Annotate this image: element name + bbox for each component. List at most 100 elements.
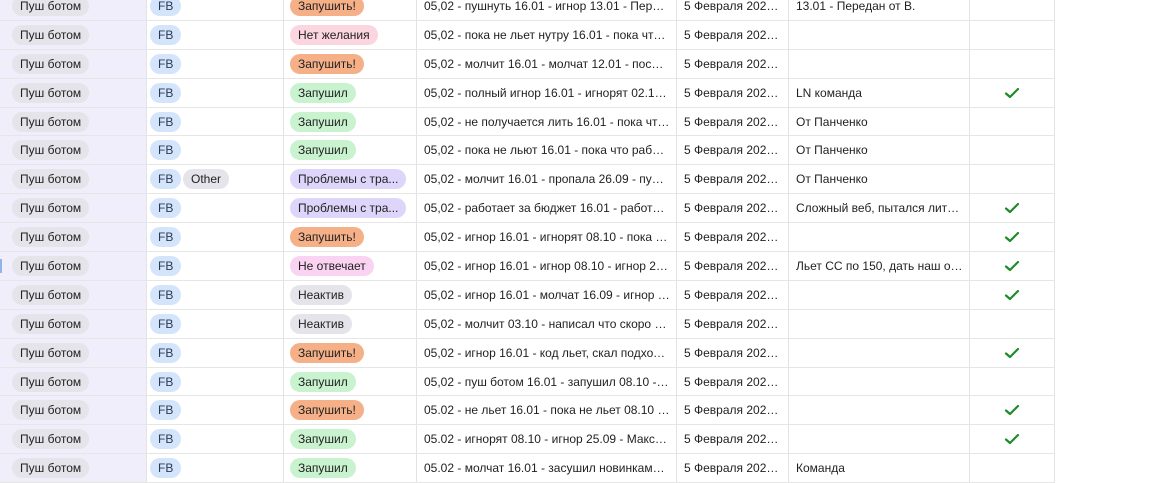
done-cell[interactable]: [970, 425, 1055, 454]
notes-cell[interactable]: 05,02 - полный игнор 16.01 - игнорят 02.…: [417, 78, 677, 107]
date-cell[interactable]: 5 Февраля 2026 г.: [677, 0, 789, 20]
owner-cell[interactable]: Пуш ботом: [0, 396, 147, 425]
comment-cell[interactable]: От Панченко: [789, 165, 970, 194]
comment-cell[interactable]: [789, 396, 970, 425]
owner-cell[interactable]: Пуш ботом: [0, 367, 147, 396]
owner-cell[interactable]: Пуш ботом: [0, 338, 147, 367]
done-cell[interactable]: [970, 194, 1055, 223]
done-cell[interactable]: [970, 338, 1055, 367]
notes-cell[interactable]: 05,02 - пушнуть 16.01 - игнор 13.01 - Пе…: [417, 0, 677, 20]
tags-cell[interactable]: FB: [147, 454, 284, 483]
tags-cell[interactable]: FB Other: [147, 165, 284, 194]
date-cell[interactable]: 5 Февраля 2026 г.: [677, 20, 789, 49]
notes-cell[interactable]: 05.02 - молчат 16.01 - засушил новинками…: [417, 454, 677, 483]
owner-cell[interactable]: Пуш ботом: [0, 136, 147, 165]
tags-cell[interactable]: FB: [147, 0, 284, 20]
owner-cell[interactable]: Пуш ботом: [0, 49, 147, 78]
date-cell[interactable]: 5 Февраля 2026 г.: [677, 396, 789, 425]
done-cell[interactable]: [970, 367, 1055, 396]
tags-cell[interactable]: FB: [147, 367, 284, 396]
owner-cell[interactable]: Пуш ботом: [0, 107, 147, 136]
status-cell[interactable]: Запушил: [284, 454, 417, 483]
comment-cell[interactable]: [789, 49, 970, 78]
status-cell[interactable]: Запушил: [284, 136, 417, 165]
owner-cell[interactable]: Пуш ботом: [0, 165, 147, 194]
notes-cell[interactable]: 05.02 - не льет 16.01 - пока не льет 08.…: [417, 396, 677, 425]
comment-cell[interactable]: [789, 338, 970, 367]
date-cell[interactable]: 5 Февраля 2026 г.: [677, 280, 789, 309]
tags-cell[interactable]: FB: [147, 78, 284, 107]
date-cell[interactable]: 5 Февраля 2026 г.: [677, 338, 789, 367]
status-cell[interactable]: Не отвечает: [284, 252, 417, 280]
done-cell[interactable]: [970, 49, 1055, 78]
owner-cell[interactable]: Пуш ботом: [0, 309, 147, 338]
status-cell[interactable]: Неактив: [284, 309, 417, 338]
date-cell[interactable]: 5 Февраля 2026 г.: [677, 367, 789, 396]
done-cell[interactable]: [970, 309, 1055, 338]
notes-cell[interactable]: 05,02 - игнор 16.01 - игнор 08.10 - игно…: [417, 252, 677, 280]
comment-cell[interactable]: [789, 367, 970, 396]
notes-cell[interactable]: 05,02 - работает за бюджет 16.01 - работ…: [417, 194, 677, 223]
status-cell[interactable]: Запушил: [284, 367, 417, 396]
status-cell[interactable]: Проблемы с тра...: [284, 194, 417, 223]
date-cell[interactable]: 5 Февраля 2026 г.: [677, 78, 789, 107]
date-cell[interactable]: 5 Февраля 2026 г.: [677, 252, 789, 280]
done-cell[interactable]: [970, 396, 1055, 425]
tags-cell[interactable]: FB: [147, 136, 284, 165]
done-cell[interactable]: [970, 107, 1055, 136]
comment-cell[interactable]: [789, 309, 970, 338]
done-cell[interactable]: [970, 165, 1055, 194]
done-cell[interactable]: [970, 136, 1055, 165]
tags-cell[interactable]: FB: [147, 396, 284, 425]
owner-cell[interactable]: Пуш ботом: [0, 20, 147, 49]
done-cell[interactable]: [970, 280, 1055, 309]
notes-cell[interactable]: 05,02 - пока не льют 16.01 - пока что ра…: [417, 136, 677, 165]
tags-cell[interactable]: FB: [147, 280, 284, 309]
owner-cell[interactable]: Пуш ботом: [0, 78, 147, 107]
notes-cell[interactable]: 05,02 - не получается лить 16.01 - пока …: [417, 107, 677, 136]
comment-cell[interactable]: От Панченко: [789, 107, 970, 136]
date-cell[interactable]: 5 Февраля 2026 г.: [677, 194, 789, 223]
tags-cell[interactable]: FB: [147, 252, 284, 280]
owner-cell[interactable]: Пуш ботом: [0, 252, 147, 280]
notes-cell[interactable]: 05,02 - пока не льет нутру 16.01 - пока …: [417, 20, 677, 49]
status-cell[interactable]: Запушить!: [284, 0, 417, 20]
notes-cell[interactable]: 05,02 - молчит 16.01 - пропала 26.09 - п…: [417, 165, 677, 194]
tags-cell[interactable]: FB: [147, 20, 284, 49]
owner-cell[interactable]: Пуш ботом: [0, 223, 147, 252]
comment-cell[interactable]: От Панченко: [789, 136, 970, 165]
comment-cell[interactable]: [789, 223, 970, 252]
status-cell[interactable]: Нет желания: [284, 20, 417, 49]
done-cell[interactable]: [970, 78, 1055, 107]
owner-cell[interactable]: Пуш ботом: [0, 425, 147, 454]
date-cell[interactable]: 5 Февраля 2026 г.: [677, 223, 789, 252]
comment-cell[interactable]: [789, 20, 970, 49]
tags-cell[interactable]: FB: [147, 107, 284, 136]
notes-cell[interactable]: 05,02 - молчит 16.01 - молчат 12.01 - по…: [417, 49, 677, 78]
tags-cell[interactable]: FB: [147, 309, 284, 338]
date-cell[interactable]: 5 Февраля 2026 г.: [677, 309, 789, 338]
status-cell[interactable]: Неактив: [284, 280, 417, 309]
date-cell[interactable]: 5 Февраля 2026 г.: [677, 49, 789, 78]
date-cell[interactable]: 5 Февраля 2026 г.: [677, 425, 789, 454]
status-cell[interactable]: Запушил: [284, 107, 417, 136]
notes-cell[interactable]: 05,02 - игнор 16.01 - код льет, скал под…: [417, 338, 677, 367]
done-cell[interactable]: [970, 0, 1055, 20]
status-cell[interactable]: Запушить!: [284, 338, 417, 367]
tags-cell[interactable]: FB: [147, 425, 284, 454]
status-cell[interactable]: Запушил: [284, 425, 417, 454]
status-cell[interactable]: Проблемы с тра...: [284, 165, 417, 194]
status-cell[interactable]: Запушить!: [284, 49, 417, 78]
comment-cell[interactable]: Льет СС по 150, дать наш оф...: [789, 252, 970, 280]
status-cell[interactable]: Запушить!: [284, 223, 417, 252]
comment-cell[interactable]: Сложный веб, пытался лить...: [789, 194, 970, 223]
owner-cell[interactable]: Пуш ботом: [0, 194, 147, 223]
tags-cell[interactable]: FB: [147, 338, 284, 367]
date-cell[interactable]: 5 Февраля 2026 г.: [677, 454, 789, 483]
done-cell[interactable]: [970, 454, 1055, 483]
notes-cell[interactable]: 05,02 - игнор 16.01 - молчат 16.09 - игн…: [417, 280, 677, 309]
comment-cell[interactable]: LN команда: [789, 78, 970, 107]
date-cell[interactable]: 5 Февраля 2026 г.: [677, 165, 789, 194]
owner-cell[interactable]: Пуш ботом: [0, 454, 147, 483]
status-cell[interactable]: Запушить!: [284, 396, 417, 425]
